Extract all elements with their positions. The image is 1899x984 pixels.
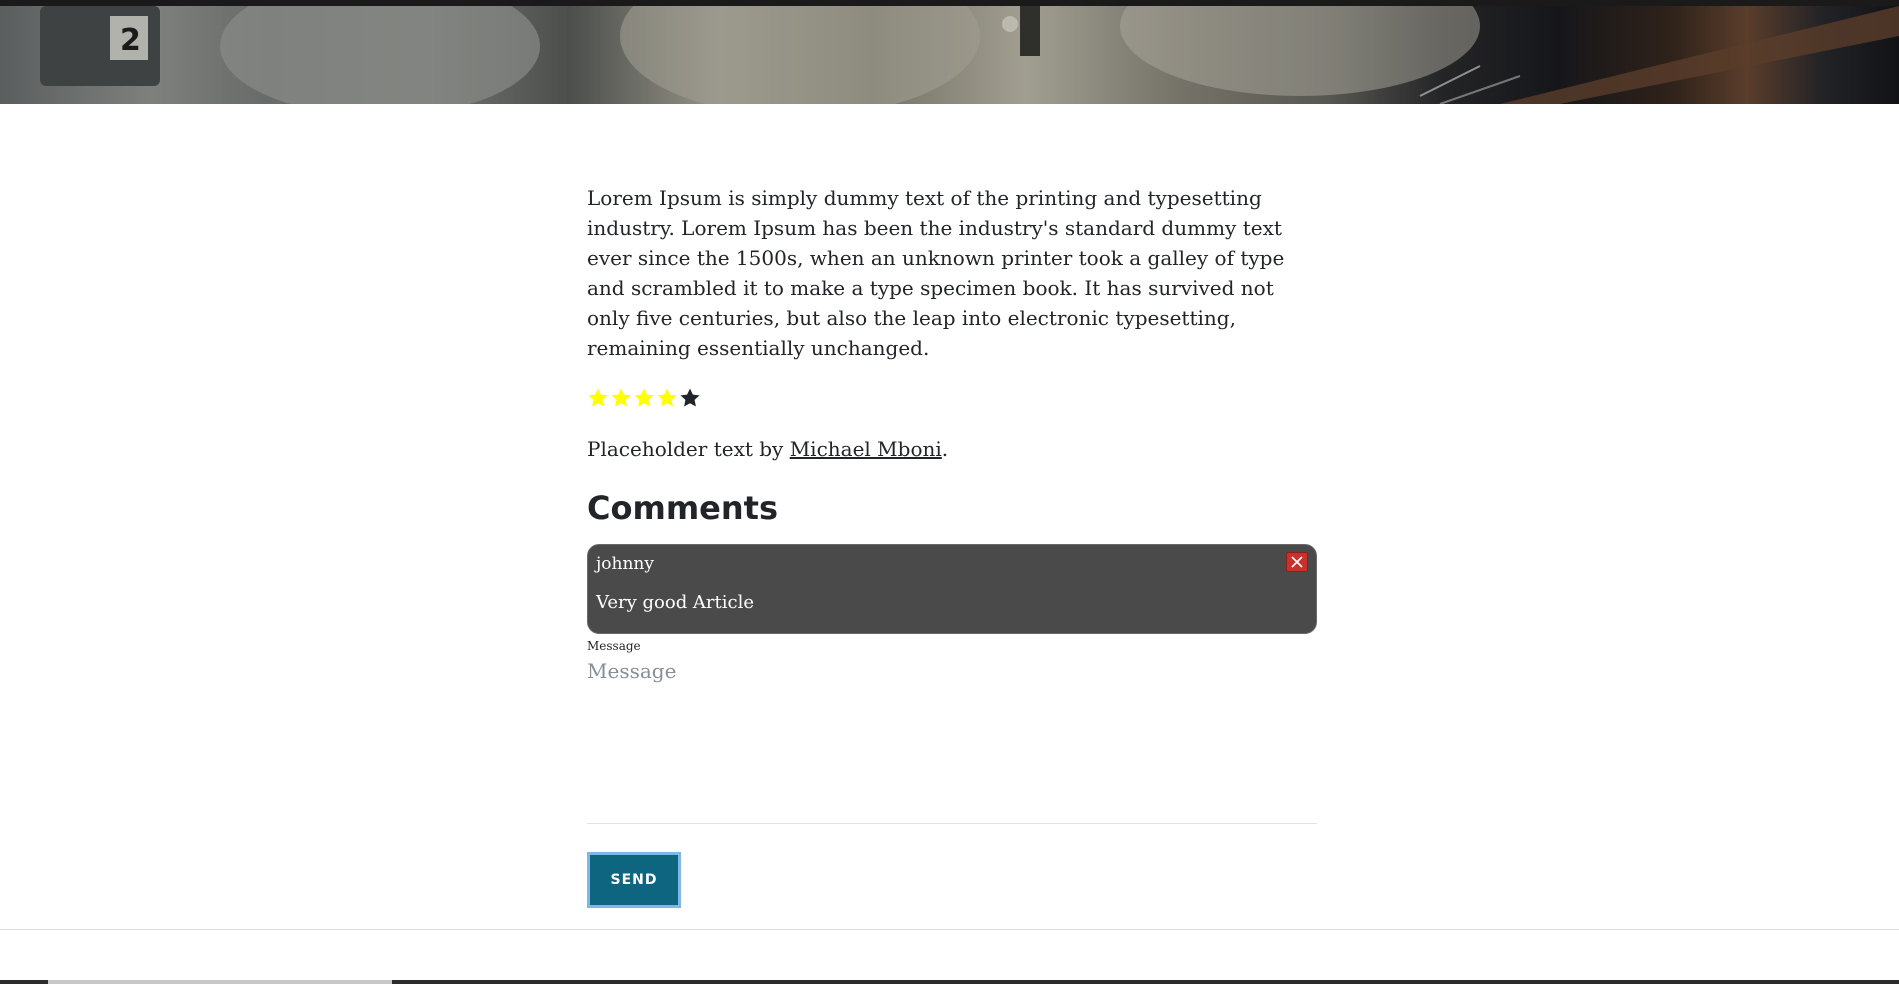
author-link[interactable]: Michael Mboni — [790, 437, 942, 461]
bottom-strip — [0, 980, 1899, 984]
comment-author: johnny — [596, 554, 654, 574]
article-content: Lorem Ipsum is simply dummy text of the … — [587, 183, 1317, 908]
article-body: Lorem Ipsum is simply dummy text of the … — [587, 186, 1285, 360]
star-rating — [587, 387, 1317, 411]
footer-divider — [0, 929, 1899, 930]
star-filled-icon — [611, 388, 631, 407]
send-button[interactable]: SEND — [587, 852, 681, 908]
attribution-suffix: . — [941, 437, 949, 461]
comment-text: Very good Article — [596, 592, 755, 613]
attribution-prefix: Placeholder text by — [587, 437, 790, 461]
message-input[interactable] — [587, 656, 1317, 824]
close-icon — [1291, 556, 1303, 568]
delete-comment-button[interactable] — [1286, 552, 1308, 572]
star-empty-icon — [680, 388, 700, 407]
attribution-line: Placeholder text by Michael Mboni. — [587, 435, 1317, 463]
star-filled-icon — [634, 388, 654, 407]
star-filled-icon — [657, 388, 677, 407]
star-filled-icon — [588, 388, 608, 407]
hero-banner-image: 2 — [0, 6, 1899, 104]
comment-card: johnny Very good Article — [587, 544, 1317, 634]
comments-heading: Comments — [587, 489, 778, 527]
message-label: Message — [587, 639, 641, 653]
